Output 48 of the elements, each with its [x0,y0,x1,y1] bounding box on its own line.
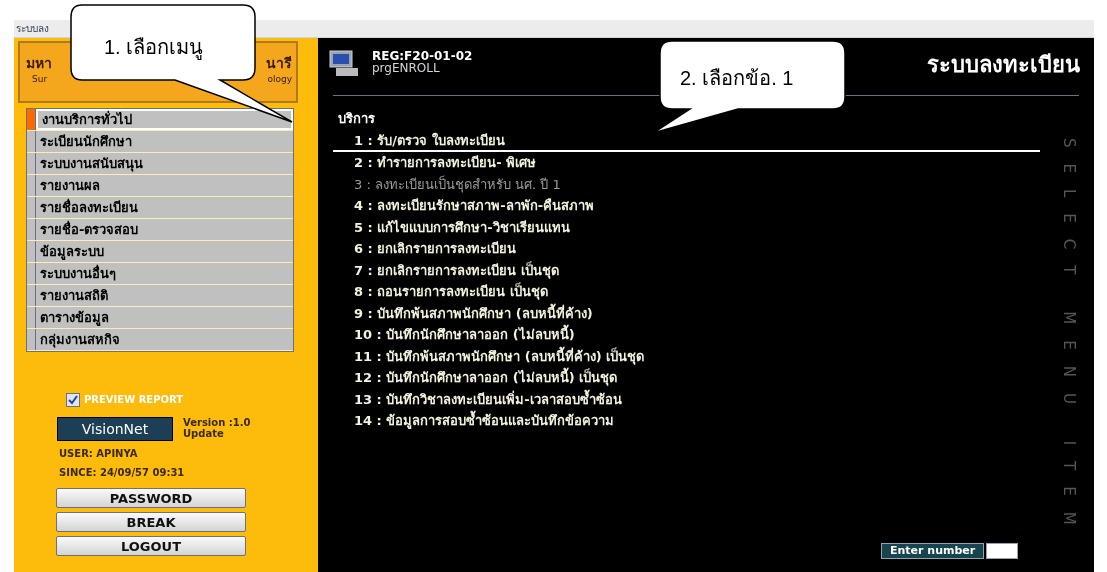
field-label: Enter number [881,543,985,559]
sidebar-item[interactable]: กลุ่มงานสหกิจ [36,329,293,350]
menu-item[interactable]: 11 : บันทึกพ้นสภาพนักศึกษา (ลบหนี้ที่ค้าง) เป็นชุด [333,345,1040,367]
checkbox-label: PREVIEW REPORT [84,393,184,407]
brand-logo: VisionNet [57,417,173,441]
menu-item[interactable]: 6 : ยกเลิกรายการลงทะเบียน [333,238,1040,260]
menu-item[interactable]: 13 : บันทึกวิชาลงทะเบียนเพิ่ม-เวลาสอบซ้ำซ้อน [333,388,1040,410]
section-title: บริการ [338,110,376,128]
action-button[interactable]: PASSWORD [56,488,246,508]
window-title: ระบบลง [16,22,49,36]
update-text: Update [183,428,225,439]
action-button[interactable]: LOGOUT [56,536,246,556]
sidebar-item[interactable]: ระบบงานอื่นๆ [36,263,293,284]
number-input[interactable] [986,543,1019,559]
menu-item[interactable]: 7 : ยกเลิกรายการลงทะเบียน เป็นชุด [333,259,1040,281]
vertical-caption: SELECT MENU ITEM [1059,138,1079,541]
logo-text: มหา [26,54,52,73]
version-text: Version :1.0 [183,417,251,428]
sidebar-item[interactable]: ตารางข้อมูล [36,307,293,328]
sidebar-item[interactable]: ข้อมูลระบบ [36,241,293,262]
action-button[interactable]: BREAK [56,512,246,532]
sidebar-item[interactable]: รายชื่อลงทะเบียน [36,197,293,218]
menu-item[interactable]: 1 : รับ/ตรวจ ใบลงทะเบียน [333,130,1040,152]
user-text: USER: APINYA [59,447,139,461]
logo-text: Sur [32,73,48,86]
logo-text: นารี [266,54,292,73]
sidebar-item[interactable]: ระบบงานสนับสนุน [36,153,293,174]
menu-item[interactable]: 10 : บันทึกนักศึกษาลาออก (ไม่ลบหนี้) [333,324,1040,346]
sidebar-item[interactable]: รายงานผล [36,175,293,196]
program-code: REG:F20-01-02 [372,50,473,62]
sidebar-item[interactable]: รายชื่อ-ตรวจสอบ [36,219,293,240]
checkbox[interactable] [66,392,80,407]
callout-text: 2. เลือกข้อ. 1 [680,66,794,91]
page-title: ระบบลงทะเบียน [927,51,1080,79]
sidebar-item[interactable]: งานบริการทั่วไป [36,109,293,130]
since-text: SINCE: 24/09/57 09:31 [59,466,186,480]
menu-item[interactable]: 5 : แก้ไขแบบการศึกษา-วิชาเรียนแทน [333,216,1040,238]
logo-text: ology [267,73,292,86]
sidebar-item[interactable]: รายงานสถิติ [36,285,293,306]
callout-text: 1. เลือกเมนู [104,35,204,62]
menu-item[interactable]: 12 : บันทึกนักศึกษาลาออก (ไม่ลบหนี้) เป็นชุด [333,367,1040,389]
menu-item[interactable]: 8 : ถอนรายการลงทะเบียน เป็นชุด [333,281,1040,303]
menu-item[interactable]: 2 : ทำรายการลงทะเบียน- พิเศษ [333,152,1040,174]
program-name: prgENROLL [372,62,441,74]
menu-item[interactable]: 9 : บันทึกพ้นสภาพนักศึกษา (ลบหนี้ที่ค้าง) [333,302,1040,324]
menu-item[interactable]: 4 : ลงทะเบียนรักษาสภาพ-ลาพัก-คืนสภาพ [333,195,1040,217]
menu-item[interactable]: 14 : ข้อมูลการสอบซ้ำซ้อนและบันทึกข้อความ [333,410,1040,432]
sidebar-item[interactable]: ระเบียนนักศึกษา [36,131,293,152]
